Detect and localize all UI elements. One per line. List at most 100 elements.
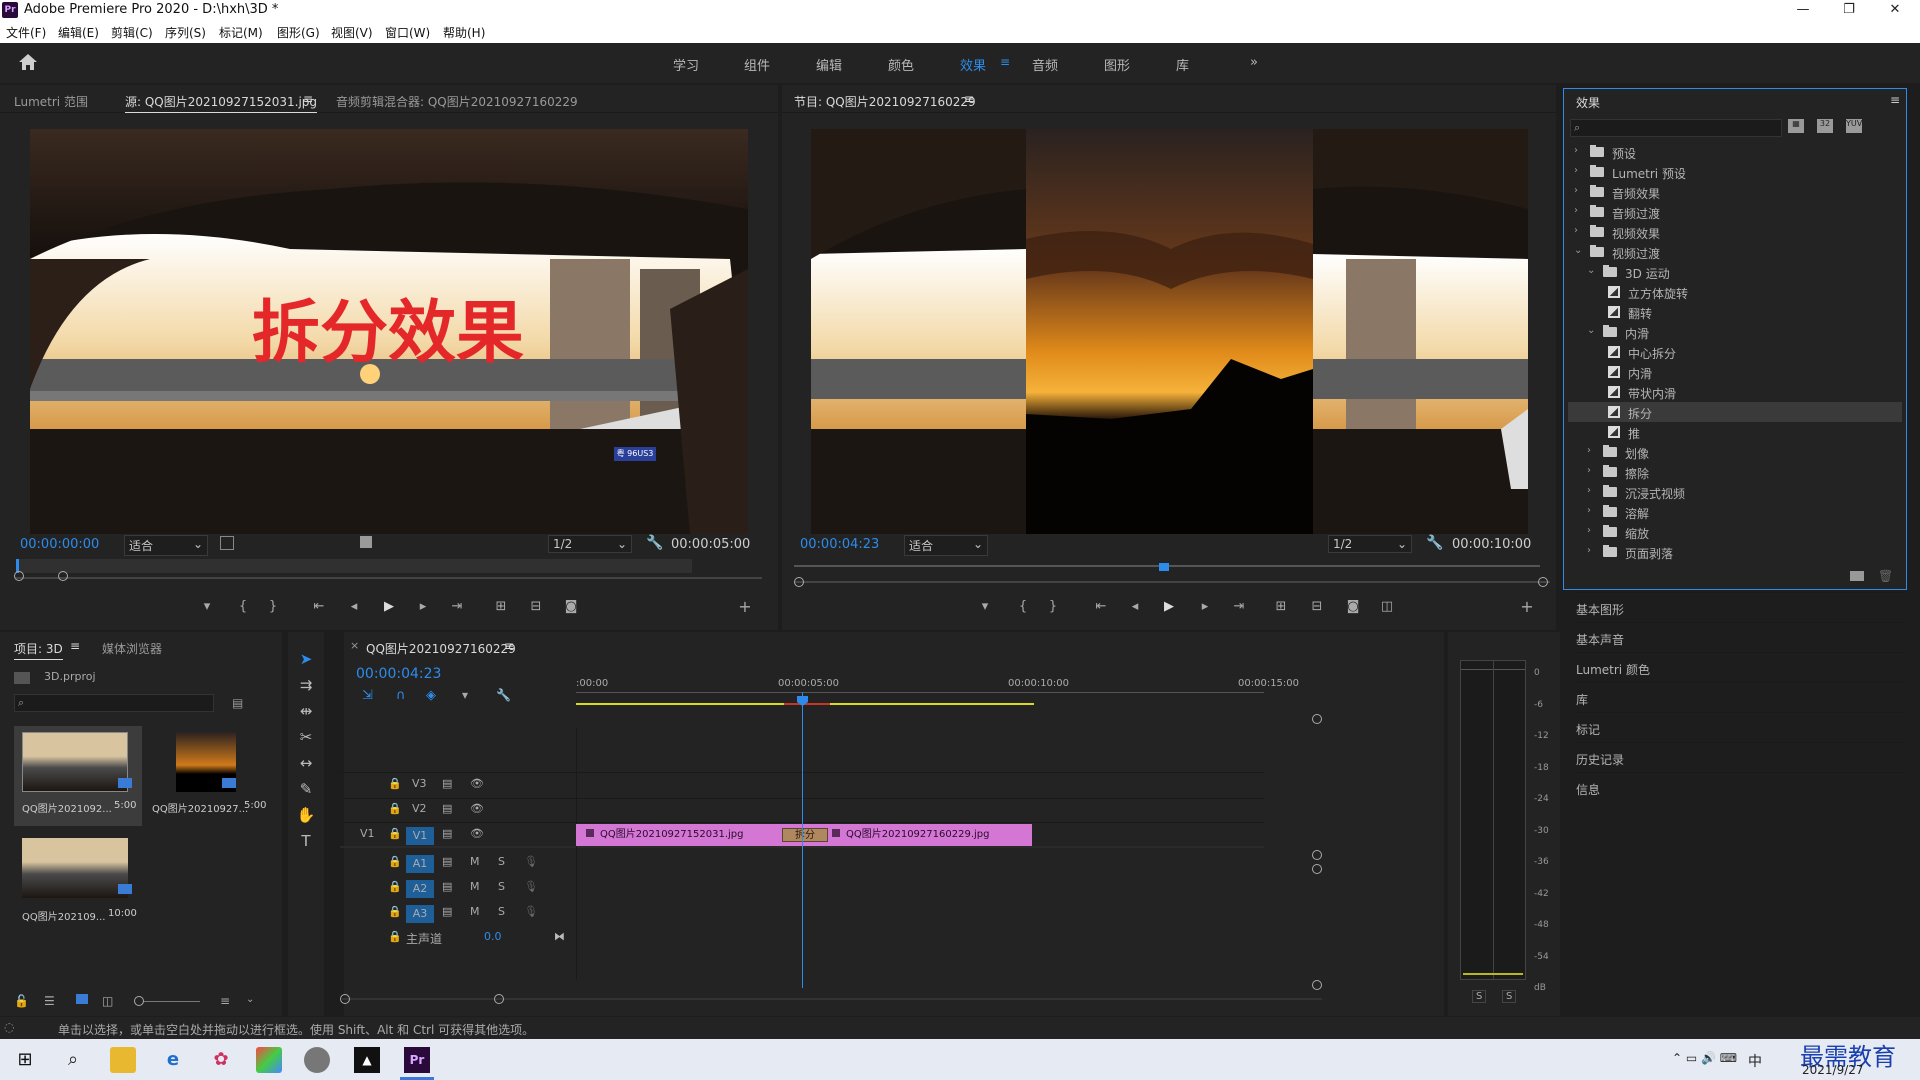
- chevron-right-icon[interactable]: ›: [1574, 225, 1584, 236]
- effect-item[interactable]: 拆分: [1568, 402, 1902, 422]
- slip-tool-icon[interactable]: ↔: [294, 754, 318, 776]
- project-item[interactable]: QQ图片202109... 10:00: [14, 832, 142, 932]
- mute-button[interactable]: M: [470, 855, 480, 868]
- lock-icon[interactable]: 🔒: [388, 777, 402, 790]
- zoom-handle-left[interactable]: [14, 571, 24, 581]
- effects-folder[interactable]: › 划像: [1568, 442, 1902, 462]
- effects-folder[interactable]: › 溶解: [1568, 502, 1902, 522]
- sync-lock-icon[interactable]: ▤: [442, 905, 452, 918]
- chevron-down-icon[interactable]: ⌄: [1587, 265, 1597, 276]
- track-target-v1[interactable]: V1: [406, 827, 434, 845]
- add-button-icon[interactable]: +: [736, 597, 754, 616]
- program-zoom-bar[interactable]: [794, 581, 1550, 583]
- menu-view[interactable]: 视图(V): [331, 24, 373, 41]
- effects-folder[interactable]: › 擦除: [1568, 462, 1902, 482]
- close-button[interactable]: ✕: [1872, 0, 1918, 21]
- edge-browser-icon[interactable]: e: [160, 1047, 186, 1073]
- play-icon[interactable]: ▶: [380, 599, 398, 614]
- mark-in-icon[interactable]: {: [1014, 599, 1032, 614]
- effect-item[interactable]: 翻转: [1568, 302, 1902, 322]
- insert-icon[interactable]: ⊞: [492, 599, 510, 614]
- program-resolution-dropdown[interactable]: 1/2 ⌄: [1328, 535, 1412, 553]
- go-to-in-icon[interactable]: ⇤: [310, 599, 328, 614]
- photos-icon[interactable]: ▲: [354, 1047, 380, 1073]
- app-icon[interactable]: [256, 1047, 282, 1073]
- lock-icon[interactable]: 🔒: [388, 880, 402, 893]
- eye-icon[interactable]: 👁: [470, 802, 484, 815]
- eye-icon[interactable]: 👁: [470, 827, 484, 840]
- mic-icon[interactable]: 🎙: [524, 855, 538, 868]
- menu-help[interactable]: 帮助(H): [443, 24, 485, 41]
- export-frame-icon[interactable]: [360, 536, 372, 548]
- vscroll-handle[interactable]: [1312, 850, 1322, 860]
- tab-lumetri-scopes[interactable]: Lumetri 范围: [14, 93, 88, 110]
- icon-view-icon[interactable]: [76, 994, 88, 1004]
- camera-icon[interactable]: ◙: [1344, 599, 1362, 614]
- workspace-graphics[interactable]: 图形: [1104, 55, 1130, 74]
- effects-folder[interactable]: ⌄ 3D 运动: [1568, 262, 1902, 282]
- vscroll-handle[interactable]: [1312, 714, 1322, 724]
- hscroll-handle-right[interactable]: [494, 994, 504, 1004]
- panel-history[interactable]: 历史记录: [1576, 742, 1906, 770]
- tab-program[interactable]: 节目: QQ图片20210927160229: [794, 93, 976, 112]
- search-icon[interactable]: ⌕: [60, 1047, 86, 1073]
- effect-item[interactable]: 中心拆分: [1568, 342, 1902, 362]
- chevron-right-icon[interactable]: ›: [1587, 505, 1597, 516]
- chevron-right-icon[interactable]: ›: [1587, 465, 1597, 476]
- ripple-edit-tool-icon[interactable]: ⇹: [294, 702, 318, 724]
- vscroll-handle[interactable]: [1312, 864, 1322, 874]
- solo-right-button[interactable]: S: [1502, 990, 1517, 1003]
- menu-window[interactable]: 窗口(W): [385, 24, 430, 41]
- lock-icon[interactable]: 🔒: [388, 827, 402, 840]
- mark-out-icon[interactable]: }: [1044, 599, 1062, 614]
- track-target-a2[interactable]: A2: [406, 880, 434, 898]
- panel-essential-sound[interactable]: 基本声音: [1576, 622, 1906, 650]
- marker-icon[interactable]: ▾: [462, 688, 468, 702]
- camera-icon[interactable]: ◙: [562, 599, 580, 614]
- eye-icon[interactable]: 👁: [470, 777, 484, 790]
- overwrite-icon[interactable]: ⊟: [527, 599, 545, 614]
- menu-edit[interactable]: 编辑(E): [58, 24, 99, 41]
- workspace-assembly[interactable]: 组件: [744, 55, 770, 74]
- sort-icon[interactable]: ≡: [220, 994, 230, 1008]
- menu-sequence[interactable]: 序列(S): [165, 24, 206, 41]
- effect-item[interactable]: 内滑: [1568, 362, 1902, 382]
- add-marker-icon[interactable]: ▾: [198, 599, 216, 614]
- solo-button[interactable]: S: [498, 905, 505, 918]
- effect-item[interactable]: 推: [1568, 422, 1902, 442]
- effects-folder[interactable]: ⌄ 内滑: [1568, 322, 1902, 342]
- tab-source[interactable]: 源: QQ图片20210927152031.jpg: [125, 93, 318, 113]
- go-to-next-edit-icon[interactable]: ⧓: [554, 930, 565, 943]
- step-back-icon[interactable]: ◂: [345, 599, 363, 614]
- menu-graphics[interactable]: 图形(G): [277, 24, 320, 41]
- lock-icon[interactable]: 🔒: [388, 905, 402, 918]
- windows-start-icon[interactable]: ⊞: [12, 1047, 38, 1073]
- effects-folder[interactable]: › 缩放: [1568, 522, 1902, 542]
- effects-folder[interactable]: › 视频效果: [1568, 222, 1902, 242]
- timeline-playhead[interactable]: [802, 692, 803, 988]
- timeline-timecode[interactable]: 00:00:04:23: [356, 666, 441, 682]
- extract-icon[interactable]: ⊟: [1308, 599, 1326, 614]
- track-target-a3[interactable]: A3: [406, 905, 434, 923]
- workspace-libraries[interactable]: 库: [1176, 55, 1189, 74]
- sync-lock-icon[interactable]: ▤: [442, 827, 452, 840]
- lock-icon[interactable]: 🔒: [388, 802, 402, 815]
- chevron-right-icon[interactable]: ›: [1574, 185, 1584, 196]
- workspace-learn[interactable]: 学习: [673, 55, 699, 74]
- source-video-frame[interactable]: 拆分效果 粤 96US3: [30, 129, 748, 534]
- go-to-out-icon[interactable]: ⇥: [448, 599, 466, 614]
- freeform-view-icon[interactable]: ◫: [102, 994, 113, 1008]
- workspace-menu-icon[interactable]: ≡: [1000, 55, 1010, 69]
- panel-libraries[interactable]: 库: [1576, 682, 1906, 710]
- safe-margins-icon[interactable]: [220, 536, 234, 550]
- menu-marker[interactable]: 标记(M): [219, 24, 263, 41]
- lock-icon[interactable]: 🔒: [388, 930, 402, 943]
- home-icon[interactable]: [18, 53, 38, 71]
- wrench-icon[interactable]: 🔧: [646, 535, 663, 551]
- sync-lock-icon[interactable]: ▤: [442, 777, 452, 790]
- effects-folder[interactable]: › 沉浸式视频: [1568, 482, 1902, 502]
- program-menu-icon[interactable]: ≡: [964, 92, 974, 106]
- effects-search-input[interactable]: ⌕: [1570, 119, 1782, 137]
- close-tab-icon[interactable]: ×: [350, 639, 359, 652]
- program-timecode-current[interactable]: 00:00:04:23: [800, 537, 879, 552]
